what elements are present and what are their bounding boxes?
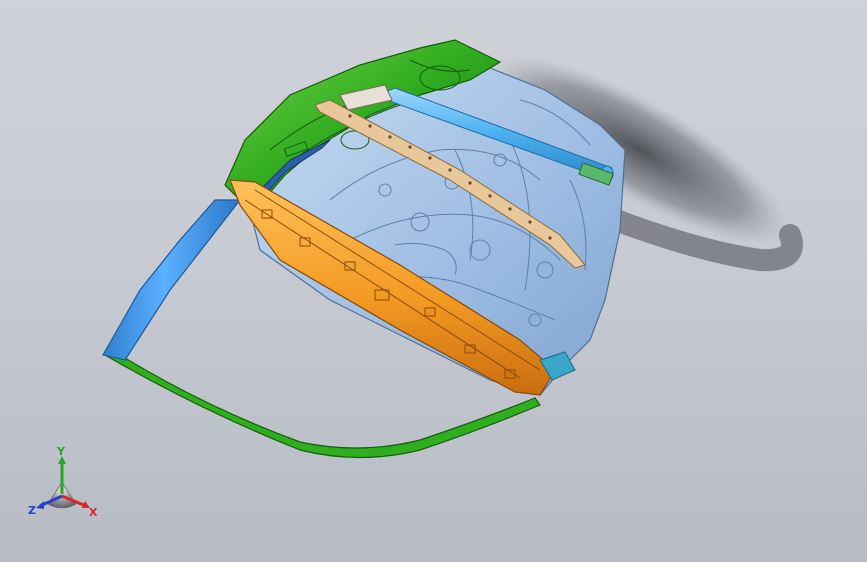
view-orientation-triad[interactable]: Y X Z (26, 446, 106, 526)
z-axis-arrow (36, 501, 44, 509)
cad-viewport[interactable]: Y X Z (0, 0, 867, 562)
door-assembly-model[interactable] (0, 0, 867, 562)
window-pillar[interactable] (102, 199, 242, 361)
x-axis-label: X (89, 506, 98, 519)
y-axis-label: Y (56, 446, 66, 458)
z-axis-label: Z (28, 504, 36, 517)
